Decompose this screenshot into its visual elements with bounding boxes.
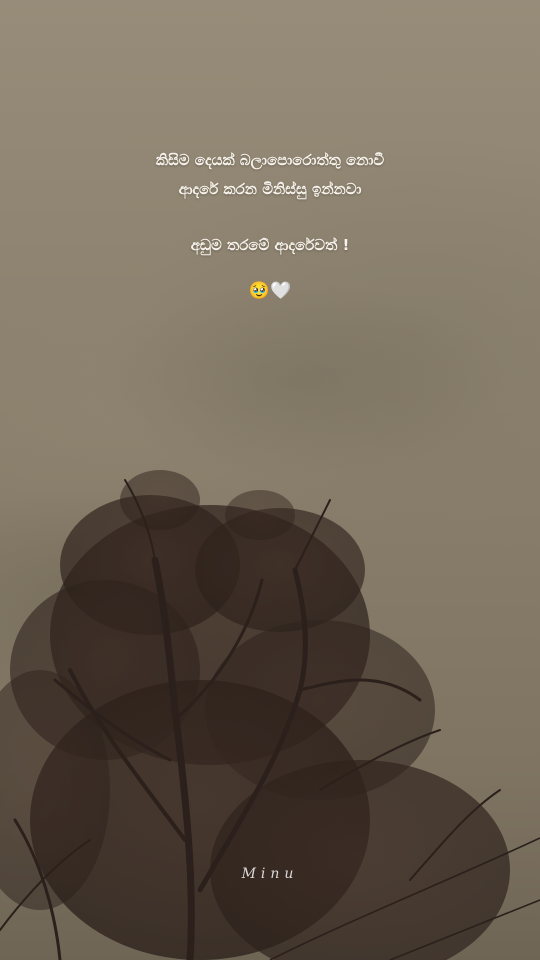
photo-scene: කිසිම දෙයක් බලාපොරොත්තු නොවී ආදරේ කරන මි… <box>0 0 540 960</box>
emoji-row: 🥹🤍 <box>248 281 292 301</box>
quote-spacer <box>0 204 540 231</box>
quote-line-2: ආදරේ කරන මිනිස්සු ඉන්නවා <box>178 180 362 198</box>
quote-text: කිසිම දෙයක් බලාපොරොත්තු නොවී ආදරේ කරන මි… <box>0 146 540 260</box>
signature-watermark: Minu <box>241 866 299 882</box>
quote-line-1: කිසිම දෙයක් බලාපොරොත්තු නොවී <box>155 151 385 169</box>
quote-line-3: අඩුම තරමේ ආදරේවත් ! <box>190 236 350 254</box>
tree-silhouette <box>0 470 540 960</box>
